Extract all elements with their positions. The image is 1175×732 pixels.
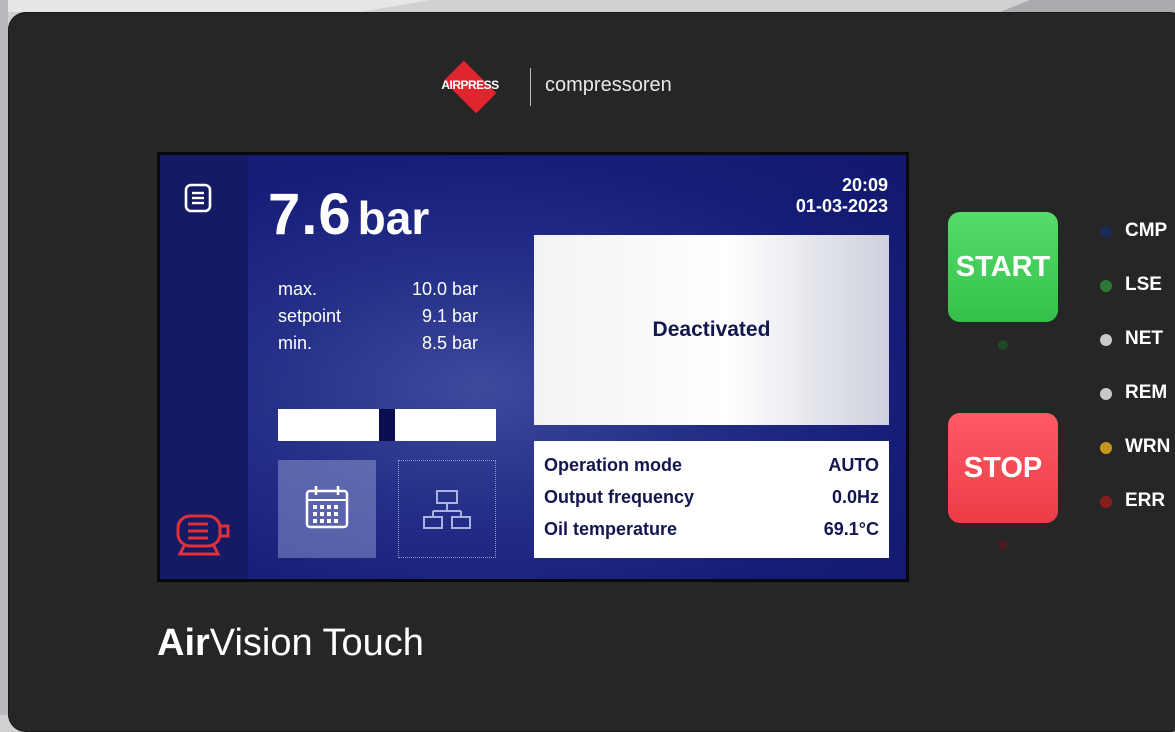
stat-label: max. — [278, 279, 318, 299]
product-name-bold: Air — [157, 622, 210, 664]
product-name: AirVision Touch — [157, 622, 424, 665]
indicator-led — [1100, 442, 1112, 454]
network-icon — [423, 490, 471, 529]
stat-value: 10.0 bar — [411, 279, 478, 299]
airpress-logo: AIRPRESS — [430, 60, 510, 114]
screen-sidebar — [160, 155, 248, 579]
indicator-led — [1100, 496, 1112, 508]
indicator-label: LSE — [1125, 274, 1162, 295]
time: 20:09 — [841, 175, 888, 195]
indicator-led — [1100, 334, 1112, 346]
calendar-icon — [305, 486, 349, 529]
stop-button[interactable]: STOP — [948, 413, 1058, 523]
pressure-stats: max. 10.0 bar setpoint 9.1 bar min. 8.5 … — [278, 279, 478, 360]
info-row: Operation mode AUTO — [544, 455, 879, 487]
pressure-value: 7.6 — [268, 182, 352, 247]
menu-icon[interactable] — [184, 183, 212, 213]
info-value: 0.0Hz — [831, 487, 879, 507]
info-value: 69.1°C — [823, 519, 879, 539]
info-value: AUTO — [828, 455, 879, 475]
start-button[interactable]: START — [948, 212, 1058, 322]
product-name-rest: Vision Touch — [209, 622, 424, 664]
indicator-label: NET — [1125, 328, 1163, 349]
info-panel: Operation mode AUTO Output frequency 0.0… — [534, 441, 889, 558]
network-button[interactable] — [398, 460, 496, 558]
pressure-bar-left-segment — [278, 409, 379, 441]
stat-value: 8.5 bar — [421, 333, 478, 353]
indicator-rem: REM — [1100, 380, 1175, 410]
indicator-label: CMP — [1125, 220, 1168, 241]
pressure-bar — [278, 409, 496, 441]
stat-row: max. 10.0 bar — [278, 279, 478, 306]
brand-name: compressoren — [545, 74, 672, 96]
stop-led — [998, 540, 1008, 550]
indicator-err: ERR — [1100, 488, 1175, 518]
pressure-bar-right-segment — [395, 409, 496, 441]
start-led — [998, 340, 1008, 350]
info-label: Oil temperature — [544, 519, 678, 539]
indicator-net: NET — [1100, 326, 1175, 356]
brand-divider — [530, 68, 531, 106]
stat-row: setpoint 9.1 bar — [278, 306, 478, 333]
info-row: Oil temperature 69.1°C — [544, 519, 879, 551]
indicator-led — [1100, 388, 1112, 400]
pressure-unit: bar — [357, 192, 430, 244]
status-panel: Deactivated — [534, 235, 889, 425]
indicator-led — [1100, 226, 1112, 238]
indicator-label: REM — [1125, 382, 1168, 403]
clock: 20:09 01-03-2023 — [796, 175, 888, 217]
schedule-button[interactable] — [278, 460, 376, 558]
stat-value: 9.1 bar — [421, 306, 478, 326]
stat-label: min. — [278, 333, 313, 353]
date: 01-03-2023 — [795, 196, 888, 216]
info-label: Operation mode — [544, 455, 683, 475]
pressure-readout: 7.6 bar — [268, 181, 429, 248]
stat-label: setpoint — [278, 306, 342, 326]
logo-text: AIRPRESS — [441, 78, 499, 92]
indicator-label: ERR — [1125, 490, 1166, 511]
indicator-wrn: WRN — [1100, 434, 1175, 464]
status-text: Deactivated — [652, 318, 771, 341]
indicator-lse: LSE — [1100, 272, 1175, 302]
screen-main: 7.6 bar max. 10.0 bar setpoint 9.1 bar mi… — [248, 155, 906, 579]
touch-screen: 7.6 bar max. 10.0 bar setpoint 9.1 bar mi… — [157, 152, 909, 582]
brand-header: AIRPRESS compressoren — [430, 60, 710, 114]
indicator-label: WRN — [1125, 436, 1171, 457]
indicator-cmp: CMP — [1100, 218, 1175, 248]
indicator-led — [1100, 280, 1112, 292]
info-row: Output frequency 0.0Hz — [544, 487, 879, 519]
stat-row: min. 8.5 bar — [278, 333, 478, 360]
info-label: Output frequency — [544, 487, 695, 507]
motor-icon — [176, 514, 230, 556]
